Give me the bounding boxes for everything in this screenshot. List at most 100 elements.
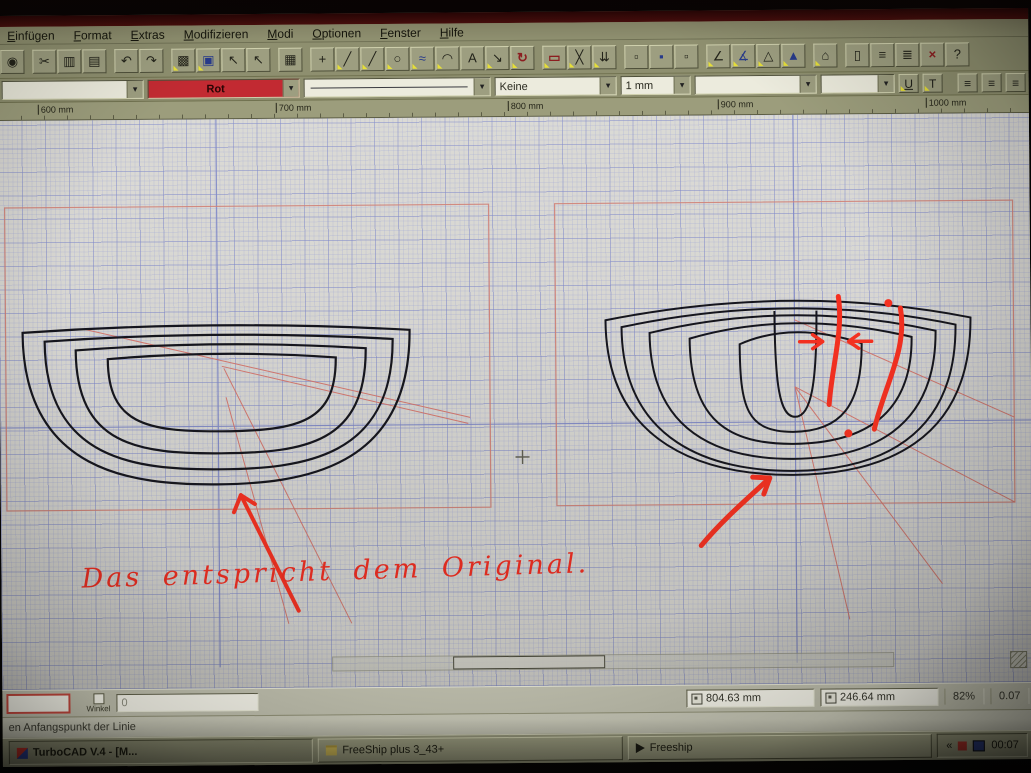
drawing-canvas[interactable]: Das entspricht dem Original.	[0, 113, 1031, 690]
fontsize-combo[interactable]: ▾	[821, 74, 895, 94]
select-edit-button[interactable]: ↖	[246, 47, 270, 71]
tray-app-icon-blue[interactable]	[973, 740, 985, 751]
align-center-button[interactable]: ≡	[982, 73, 1002, 92]
line-single-button[interactable]: ╱	[335, 47, 359, 71]
export-button[interactable]: ⌂	[813, 43, 837, 67]
copy-button[interactable]: ▥	[57, 49, 81, 73]
rotate-button[interactable]: ↻	[510, 45, 534, 69]
paste-button[interactable]: ▤	[82, 49, 106, 73]
ruler-label: 1000 mm	[926, 97, 967, 107]
menu-einfuegen[interactable]: Einfügen	[7, 28, 54, 42]
align-left-icon: ≡	[964, 76, 971, 90]
copy-icon: ▥	[63, 54, 75, 67]
export-icon: ⌂	[821, 49, 829, 62]
curve-button[interactable]: ≈	[410, 46, 434, 70]
circle-button[interactable]: ○	[385, 46, 409, 70]
page-center-marker	[515, 450, 529, 464]
measure-angle-button[interactable]: ∡	[731, 44, 755, 68]
open-tool-button[interactable]: ◉	[0, 49, 24, 73]
node-edit-button[interactable]: ▫	[674, 44, 698, 68]
menu-modi[interactable]: Modi	[267, 26, 293, 40]
rectangle-button[interactable]: ▭	[542, 45, 566, 69]
x-coordinate-value: 804.63 mm	[706, 692, 761, 704]
dimension-button[interactable]: ⇊	[592, 45, 616, 69]
list-icon: ≡	[879, 48, 887, 61]
layers-button[interactable]: ≣	[895, 42, 919, 66]
red-stroke-1	[828, 296, 840, 404]
menu-format[interactable]: Format	[74, 28, 112, 42]
cross-line-icon: ╳	[575, 50, 583, 63]
underline-button[interactable]: U	[899, 74, 919, 93]
style-combo[interactable]: ▾	[2, 80, 144, 100]
menu-optionen[interactable]: Optionen	[312, 26, 361, 40]
linestyle-combo[interactable]: ▾	[304, 77, 491, 97]
taskbar-item-label: TurboCAD V.4 - [M...	[33, 746, 138, 759]
taskbar-item-freeship[interactable]: Freeship	[628, 734, 933, 760]
select-button[interactable]: ↖	[221, 48, 245, 72]
resize-grip-icon[interactable]	[1010, 651, 1027, 668]
properties-button[interactable]: ▦	[278, 47, 302, 71]
line-multi-button[interactable]: ╱	[360, 47, 384, 71]
x-coordinate-icon	[691, 693, 702, 704]
redraw-button[interactable]: ▣	[196, 48, 220, 72]
taskbar-item-turbocad[interactable]: TurboCAD V.4 - [M...	[9, 739, 314, 765]
align-left-button[interactable]: ≡	[958, 73, 978, 92]
measure-area-button[interactable]: △	[756, 43, 780, 67]
taskbar-item-freeship-folder[interactable]: FreeShip plus 3_43+	[318, 736, 623, 762]
undo-icon: ↶	[121, 54, 132, 67]
list-button[interactable]: ≡	[870, 43, 894, 67]
selection-frame-button[interactable]: ▫	[624, 44, 648, 68]
resize-button[interactable]: ↘	[485, 46, 509, 70]
arc-button[interactable]: ◠	[435, 46, 459, 70]
send-to-back-button[interactable]: ▩	[171, 48, 195, 72]
text-style-button[interactable]: T	[923, 74, 943, 93]
cross-line-button[interactable]: ╳	[567, 45, 591, 69]
statusbar-spacer	[264, 699, 680, 702]
linewidth-combo[interactable]: 1 mm ▾	[621, 76, 691, 96]
align-right-button[interactable]: ≡	[1006, 73, 1026, 92]
align-center-icon: ≡	[988, 76, 995, 90]
y-coordinate-icon	[825, 692, 836, 703]
taskbar-item-label: FreeShip plus 3_43+	[342, 744, 444, 757]
coordinate-input-active[interactable]	[6, 694, 70, 715]
monitor-photo: Einfügen Format Extras Modifizieren Modi…	[0, 0, 1031, 773]
color-combo[interactable]: Rot ▾	[148, 79, 300, 99]
winkel-input[interactable]: 0	[116, 693, 258, 712]
text-button[interactable]: A	[460, 46, 484, 70]
delete-icon: ×	[929, 48, 937, 61]
menu-extras[interactable]: Extras	[131, 27, 165, 41]
measure-area-icon: △	[763, 49, 773, 62]
font-combo[interactable]: ▾	[695, 75, 817, 95]
y-coordinate-field[interactable]: 246.64 mm	[820, 688, 938, 707]
freeship-icon	[636, 743, 645, 753]
chevron-down-icon: ▾	[283, 80, 299, 97]
menu-hilfe[interactable]: Hilfe	[440, 25, 464, 39]
y-coordinate-value: 246.64 mm	[840, 691, 895, 703]
turbocad-icon	[17, 747, 28, 758]
delete-button[interactable]: ×	[920, 42, 944, 66]
curve-icon: ≈	[419, 52, 426, 65]
tray-chevron-icon[interactable]: «	[946, 740, 952, 752]
x-coordinate-field[interactable]: 804.63 mm	[686, 689, 814, 708]
menu-modifizieren[interactable]: Modifizieren	[184, 27, 249, 42]
redo-button[interactable]: ↷	[139, 48, 163, 72]
context-help-button[interactable]: ?	[945, 42, 969, 66]
redraw-icon: ▣	[202, 53, 214, 66]
transform-button[interactable]: ▪	[649, 44, 673, 68]
dimension-icon: ⇊	[599, 50, 610, 63]
pattern-combo[interactable]: Keine ▾	[495, 76, 617, 96]
style-combo-value	[3, 90, 127, 91]
scrollbar-thumb[interactable]	[453, 655, 605, 669]
view-3d-button[interactable]: ▲	[781, 43, 805, 67]
insert-point-button[interactable]: +	[310, 47, 334, 71]
checkbox-icon[interactable]	[93, 693, 104, 704]
measure-distance-button[interactable]: ∠	[706, 44, 730, 68]
menu-fenster[interactable]: Fenster	[380, 25, 421, 39]
cut-button[interactable]: ✂	[32, 49, 56, 73]
undo-button[interactable]: ↶	[114, 48, 138, 72]
send-to-back-icon: ▩	[177, 54, 189, 67]
extra-status-cell: 0.07	[990, 688, 1030, 704]
new-window-button[interactable]: ▯	[845, 43, 869, 67]
winkel-toggle[interactable]: Winkel	[86, 693, 110, 713]
tray-app-icon-red[interactable]	[958, 741, 967, 750]
